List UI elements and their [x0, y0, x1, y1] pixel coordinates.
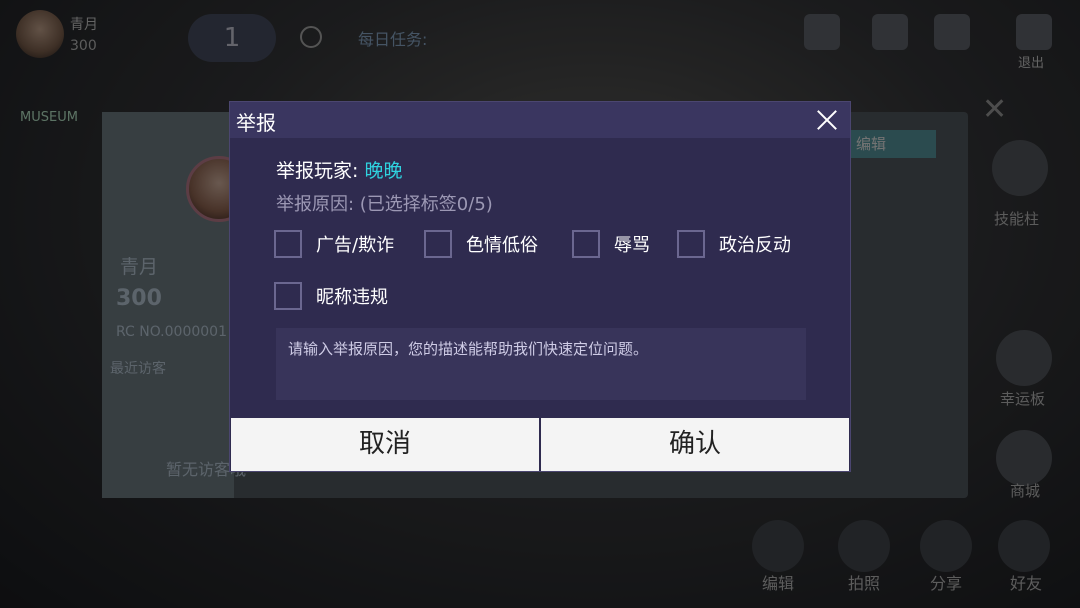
home-exit-icon[interactable]: [1016, 14, 1052, 50]
shop-label: 商城: [1010, 482, 1041, 500]
tag-abuse[interactable]: 辱骂: [572, 230, 650, 258]
tag-ad-fraud[interactable]: 广告/欺诈: [274, 230, 394, 258]
report-reason-input[interactable]: [276, 328, 806, 400]
tag-label: 辱骂: [614, 235, 650, 256]
tag-porn[interactable]: 色情低俗: [424, 230, 538, 258]
lucky-draw-label: 幸运板: [1000, 390, 1046, 408]
edit-label: 编辑: [762, 574, 795, 593]
tag-label: 政治反动: [719, 235, 791, 256]
tag-label: 色情低俗: [466, 235, 538, 256]
ranking-icon[interactable]: [934, 14, 970, 50]
confirm-button[interactable]: 确认: [541, 418, 849, 471]
friends-icon[interactable]: [998, 520, 1050, 572]
player-name: 青月: [70, 17, 98, 33]
cancel-button[interactable]: 取消: [231, 418, 539, 471]
reported-player-label: 举报玩家:: [276, 160, 359, 182]
dialog-title: 举报: [236, 111, 276, 135]
checkbox-ad-fraud[interactable]: [274, 230, 302, 258]
recent-visitors-title: 最近访客: [110, 361, 166, 377]
share-icon[interactable]: [920, 520, 972, 572]
museum-text: MUSEUM: [20, 110, 78, 125]
top-bar: 青月 300 1 每日任务: 退出: [0, 0, 1080, 76]
friends-label: 好友: [1010, 574, 1043, 593]
card-location: 青月: [120, 256, 159, 278]
checkbox-nickname[interactable]: [274, 282, 302, 310]
player-avatar[interactable]: [16, 10, 64, 58]
skill-label: 技能柱: [994, 210, 1040, 228]
tag-politics[interactable]: 政治反动: [677, 230, 791, 258]
camera-icon[interactable]: [838, 520, 890, 572]
tag-label: 广告/欺诈: [316, 235, 395, 256]
share-label: 分享: [930, 574, 963, 593]
edit-icon[interactable]: [752, 520, 804, 572]
notes-icon[interactable]: [872, 14, 908, 50]
reported-player-row: 举报玩家: 晚晚: [276, 156, 402, 183]
checkbox-abuse[interactable]: [572, 230, 600, 258]
profile-card-left-panel: [102, 112, 234, 498]
skill-icon[interactable]: [992, 140, 1048, 196]
shop-icon[interactable]: [996, 430, 1052, 486]
checkbox-politics[interactable]: [677, 230, 705, 258]
report-dialog: 举报 举报玩家: 晚晚 举报原因: (已选择标签0/5) 广告/欺诈 色情低俗 …: [230, 102, 850, 471]
card-id: RC NO.0000001: [116, 324, 227, 340]
profile-close-icon[interactable]: ✕: [982, 92, 1007, 127]
lucky-draw-icon[interactable]: [996, 330, 1052, 386]
edit-profile-button[interactable]: 编辑: [846, 130, 936, 158]
close-icon[interactable]: [812, 105, 842, 135]
dialog-header: 举报: [230, 102, 850, 138]
check-icon: [300, 26, 322, 48]
friends-search-icon[interactable]: [804, 14, 840, 50]
player-coins: 300: [70, 38, 97, 54]
level-badge[interactable]: 1: [188, 14, 276, 62]
reported-player-name: 晚晚: [364, 160, 403, 182]
card-coins: 300: [116, 286, 162, 311]
report-reason-label: 举报原因: (已选择标签0/5): [276, 194, 493, 215]
tag-nickname[interactable]: 昵称违规: [274, 282, 388, 310]
tag-label: 昵称违规: [316, 287, 388, 308]
checkbox-porn[interactable]: [424, 230, 452, 258]
photo-label: 拍照: [848, 574, 881, 593]
exit-label: 退出: [1018, 56, 1045, 71]
daily-task-label[interactable]: 每日任务:: [358, 26, 427, 50]
